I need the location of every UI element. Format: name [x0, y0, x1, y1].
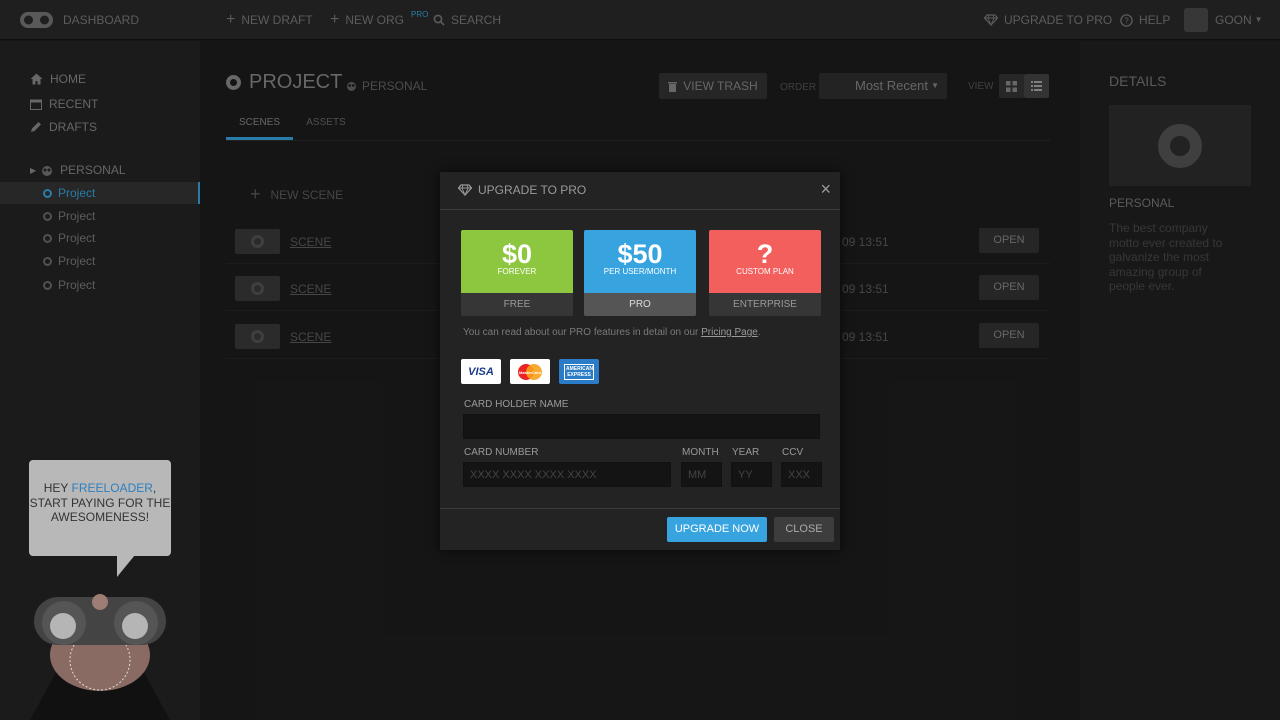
ccv-label: CCV: [782, 447, 804, 458]
promo-speech-bubble: HEY FREELOADER, START PAYING FOR THE AWE…: [29, 460, 171, 556]
visa-label: VISA: [468, 365, 494, 378]
plan-price: $50: [617, 239, 663, 269]
modal-title-text: UPGRADE TO PRO: [478, 183, 587, 197]
plan-price-panel: ? CUSTOM PLAN: [709, 230, 821, 293]
card-number-label: CARD NUMBER: [464, 447, 539, 458]
mastercard-card-icon: MasterCard: [510, 359, 550, 384]
plan-name: FREE: [461, 293, 573, 316]
amex-label: AMERICAN EXPRESS: [564, 363, 594, 380]
year-label: YEAR: [732, 447, 760, 458]
pricing-note-text: You can read about our PRO features in d…: [463, 327, 702, 338]
card-holder-field[interactable]: [463, 414, 820, 439]
pricing-page-link[interactable]: Pricing Page: [701, 327, 758, 338]
bubble-highlight: FREELOADER: [71, 481, 153, 495]
card-holder-label: CARD HOLDER NAME: [464, 399, 569, 410]
diamond-icon: [458, 184, 472, 196]
month-label: MONTH: [682, 447, 719, 458]
plan-pro[interactable]: $50 PER USER/MONTH PRO: [584, 230, 696, 316]
plan-enterprise[interactable]: ? CUSTOM PLAN ENTERPRISE: [709, 230, 821, 316]
visa-card-icon: VISA: [461, 359, 501, 384]
mascot-illustration: [30, 594, 170, 720]
plan-price-panel: $50 PER USER/MONTH: [584, 230, 696, 293]
speech-bubble-tail: [117, 555, 135, 577]
plan-period: CUSTOM PLAN: [736, 267, 794, 276]
plan-price: $0: [501, 239, 533, 269]
plan-period: FOREVER: [497, 267, 537, 276]
modal-title: UPGRADE TO PRO: [458, 183, 586, 197]
plan-name: PRO: [584, 293, 696, 316]
pricing-note-end: .: [757, 327, 761, 338]
plan-free[interactable]: $0 FOREVER FREE: [461, 230, 573, 316]
pricing-note: You can read about our PRO features in d…: [463, 327, 761, 338]
upgrade-now-button[interactable]: UPGRADE NOW: [667, 517, 767, 542]
plan-name: ENTERPRISE: [709, 293, 821, 316]
amex-card-icon: AMERICAN EXPRESS: [559, 359, 599, 384]
mastercard-logo: MasterCard: [518, 363, 542, 380]
close-icon[interactable]: ×: [820, 180, 831, 198]
mastercard-label: MasterCard: [519, 370, 542, 375]
year-field[interactable]: [731, 462, 772, 487]
modal-footer-divider: [440, 508, 840, 509]
close-button[interactable]: CLOSE: [774, 517, 834, 542]
upgrade-modal: UPGRADE TO PRO × $0 FOREVER FREE $50 PER…: [440, 172, 840, 550]
month-field[interactable]: [681, 462, 722, 487]
card-number-field[interactable]: [463, 462, 671, 487]
modal-header: UPGRADE TO PRO ×: [440, 172, 840, 210]
plan-price-panel: $0 FOREVER: [461, 230, 573, 293]
ccv-field[interactable]: [781, 462, 822, 487]
bubble-prefix: HEY: [43, 481, 72, 495]
plan-period: PER USER/MONTH: [603, 267, 677, 276]
plan-price: ?: [756, 239, 774, 269]
